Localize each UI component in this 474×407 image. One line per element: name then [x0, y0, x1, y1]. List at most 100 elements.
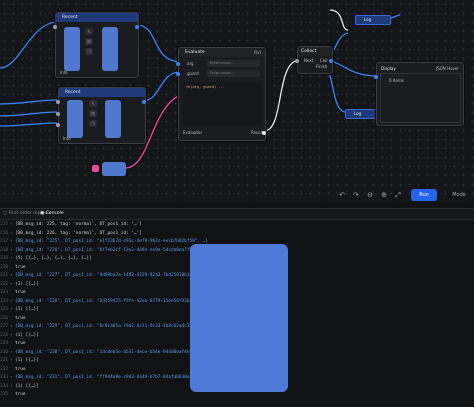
console-line[interactable]: 215 › [DB_msg_id: 225, tag: 'normal', DT_p… — [0, 221, 142, 230]
line-number: 215 — [0, 222, 8, 227]
log-text: (5) [{…}, {…}, {…}, {…}, {…}] — [15, 256, 92, 261]
input-port[interactable] — [53, 25, 57, 29]
log-text: [DB_msg_id: 225, tag: 'normal', DT_pos1_… — [15, 222, 142, 227]
copy-icon[interactable]: ❐ — [89, 120, 97, 127]
link-icon[interactable]: ⛓ — [85, 38, 93, 45]
node-title: Evaluate — [179, 48, 265, 57]
image-slot-right[interactable] — [105, 100, 121, 138]
edit-icon[interactable]: ✎ — [89, 100, 97, 107]
line-number: 221 — [0, 273, 8, 278]
input-port[interactable] — [295, 59, 299, 63]
display-node[interactable]: Display JSON Hover 0 items — [374, 62, 464, 126]
input-port[interactable] — [56, 123, 60, 127]
edit-icon[interactable]: ✎ — [85, 28, 93, 35]
canvas-toolbar: ↶ ↷ ⊖ ⊕ ⤢ ⚙ Run Mode — [333, 188, 471, 202]
run-label: Run — [419, 192, 429, 198]
source-port[interactable] — [92, 165, 99, 172]
console-line[interactable]: 227 › {DB_msg_id: "229", DT_pos1_id: "6c9c… — [0, 323, 208, 332]
evaluate-node[interactable]: Evaluate f(x) arg Enter value... guard E… — [176, 47, 266, 141]
log-label: Log — [364, 17, 372, 22]
console-line[interactable]: 220 true — [0, 264, 26, 273]
console-line[interactable]: 229 true — [0, 340, 26, 349]
output-port[interactable] — [135, 25, 139, 29]
input-port[interactable] — [56, 112, 60, 116]
wire-blue-5 — [135, 24, 181, 63]
log-text: true — [15, 315, 26, 321]
tab-console[interactable]: ▣ Console — [40, 210, 64, 218]
console-line[interactable]: 235 true — [0, 391, 26, 400]
mode-dropdown[interactable]: Mode — [449, 188, 469, 202]
log-text: {DB_msg_id: "228", DT_pos1_id: "2d159425… — [15, 298, 208, 304]
line-number: 219 — [0, 256, 8, 261]
line-number: 234 — [0, 383, 8, 389]
arg-port[interactable] — [176, 62, 180, 66]
display-body: 0 items — [380, 73, 461, 123]
line-number: 224 — [0, 298, 8, 304]
input-port[interactable] — [374, 75, 378, 79]
wire-blue-1 — [0, 21, 59, 69]
console-line[interactable]: 226 true — [0, 315, 26, 324]
redo-icon[interactable]: ↷ — [351, 188, 361, 202]
log-text: (1) [{…}] — [15, 281, 39, 287]
node-title: Recent — [56, 13, 138, 22]
guard-port[interactable] — [176, 72, 180, 76]
log-text: (1) [{…}] — [15, 383, 39, 389]
image-slot-left[interactable] — [67, 100, 83, 138]
console-line[interactable]: 219 › (5) [{…}, {…}, {…}, {…}, {…}] — [0, 255, 92, 264]
source-thumbnail[interactable] — [102, 162, 126, 176]
run-button[interactable]: Run — [411, 189, 437, 201]
line-number: 226 — [0, 315, 8, 321]
console-line[interactable]: 233 › {DB_msg_id: "231", DT_pos1_id: "ff94… — [0, 374, 208, 383]
recent-node-top[interactable]: Recent ✎ ⛓ ❐ Info — [53, 12, 139, 78]
wire-white-1 — [263, 59, 301, 132]
zoom-out-icon[interactable]: ⊖ — [365, 188, 375, 202]
link-icon[interactable]: ⛓ — [89, 110, 97, 117]
zoom-in-icon[interactable]: ⊕ — [379, 188, 389, 202]
console-line[interactable]: 232 true — [0, 366, 26, 375]
console-line[interactable]: 221 › {DB_msg_id: "227", DT_pos1_id: "9d09… — [0, 272, 208, 281]
node-footer: Evaluator — [183, 130, 203, 135]
copy-icon[interactable]: ❐ — [85, 48, 93, 55]
guard-input[interactable]: Enter value... — [207, 70, 260, 77]
image-slot-left[interactable] — [64, 27, 80, 71]
result-port[interactable] — [262, 131, 266, 135]
line-number: 220 — [0, 264, 8, 270]
console-line[interactable]: 231 › (1) [{…}] — [0, 357, 39, 366]
arg-input[interactable]: Enter value... — [207, 60, 260, 67]
input-port[interactable] — [56, 100, 60, 104]
image-source-node[interactable] — [92, 162, 126, 176]
line-number: 232 — [0, 366, 8, 372]
log-text: true — [15, 264, 26, 270]
collect-node[interactable]: Collect Next Coll Finish — [295, 46, 333, 74]
bottom-panel-tabs: ▢ First-order replacer ▣ Console — [0, 208, 474, 220]
output-port[interactable] — [329, 59, 333, 63]
log-text: true — [15, 290, 26, 295]
console-line[interactable]: 223 true — [0, 289, 26, 298]
node-footer: Info — [60, 70, 68, 75]
console-line[interactable]: 222 › (1) [{…}] — [0, 281, 39, 290]
line-number: 223 — [0, 290, 8, 295]
log-node-top[interactable]: Log — [355, 15, 391, 25]
log-text: true — [15, 392, 26, 397]
node-badge: f(x) — [254, 50, 261, 55]
console-line[interactable]: 230 › {DB_msg_id: "230", DT_pos1_id: "1dcd… — [0, 349, 208, 358]
line-number: 231 — [0, 358, 8, 363]
console-line[interactable]: 217 › {DB_msg_id: "225", DT_pos1_id: "e1f1… — [0, 238, 208, 247]
console-line[interactable]: 225 › (1) [{…}] — [0, 306, 39, 315]
console-line[interactable]: 228 › (1) [{…}] — [0, 332, 39, 341]
output-port[interactable] — [142, 100, 146, 104]
line-number: 218 — [0, 247, 8, 253]
console-line[interactable]: 218 › {DB_msg_id: "226", DT_pos1_id: "6f7e… — [0, 247, 208, 256]
console-line[interactable]: 234 › (1) [{…}] — [0, 383, 39, 392]
line-number: 222 — [0, 281, 8, 287]
console-line[interactable]: 224 › {DB_msg_id: "228", DT_pos1_id: "2d15… — [0, 298, 208, 307]
undo-icon[interactable]: ↶ — [337, 188, 347, 202]
console-line[interactable]: 216 › [DB_msg_id: 226, tag: 'normal', DT_p… — [0, 230, 142, 239]
finish-label: Finish — [316, 64, 328, 69]
image-slot-right[interactable] — [102, 27, 118, 71]
flow-canvas[interactable]: Recent ✎ ⛓ ❐ Info Recent ✎ ⛓ ❐ Info Eval… — [0, 0, 474, 202]
fit-view-icon[interactable]: ⤢ — [393, 188, 403, 202]
recent-node-bottom[interactable]: Recent ✎ ⛓ ❐ Info — [56, 87, 146, 144]
coll-tag: Coll — [320, 58, 328, 63]
code-editor[interactable]: fn(arg, guard) ... — [183, 82, 261, 126]
